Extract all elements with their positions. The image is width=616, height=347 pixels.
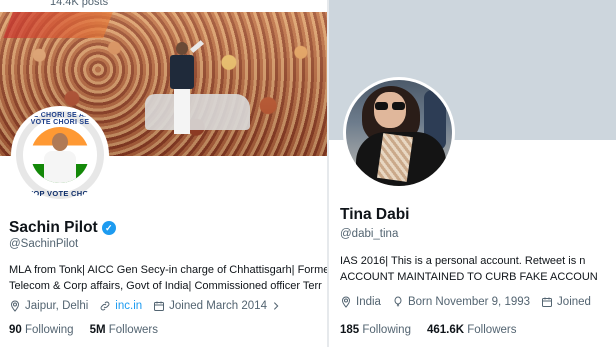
profile-meta-row: Jaipur, Delhi inc.in Joined March 2014	[9, 300, 281, 312]
avatar-ring-bottom-text: STOP VOTE CHORI	[23, 189, 97, 198]
avatar-photo	[346, 80, 452, 186]
balloon-icon	[394, 296, 402, 307]
profile-follow-stats: 90 Following 5M Followers	[9, 324, 158, 336]
posts-count: 14.4K posts	[50, 0, 109, 8]
followers-label: Followers	[467, 324, 517, 336]
verified-badge-icon[interactable]: ✓	[101, 221, 116, 235]
profile-joined: Joined	[541, 296, 591, 308]
location-pin-icon	[341, 296, 351, 308]
joined-text: Joined	[557, 296, 591, 308]
profile-bio-line-2: ACCOUNT MAINTAINED TO CURB FAKE ACCOUN	[340, 271, 598, 283]
banner-vehicle	[145, 94, 250, 130]
followers-stat[interactable]: 5M Followers	[90, 324, 158, 336]
profile-avatar[interactable]	[343, 77, 455, 189]
profile-follow-stats: 185 Following 461.6K Followers	[340, 324, 516, 336]
chevron-right-icon	[273, 302, 279, 310]
profile-birthday: Born November 9, 1993	[392, 296, 530, 308]
following-label: Following	[25, 324, 74, 336]
following-count: 185	[340, 324, 360, 336]
calendar-icon	[542, 297, 553, 307]
profile-handle: @dabi_tina	[340, 228, 399, 240]
birthday-text: Born November 9, 1993	[407, 296, 531, 308]
banner-person	[168, 40, 204, 134]
profile-location: Jaipur, Delhi	[9, 300, 88, 312]
followers-stat[interactable]: 461.6K Followers	[427, 324, 517, 336]
following-count: 90	[9, 324, 22, 336]
profile-bio-line-2: Telecom & Corp affairs, Govt of India| C…	[9, 280, 322, 292]
profile-avatar[interactable]: VOTE CHORI SE AZADI VOTE CHORI SE STOP V…	[11, 106, 109, 204]
followers-label: Followers	[108, 324, 158, 336]
profile-handle: @SachinPilot	[9, 238, 79, 250]
profile-name-row: Sachin Pilot ✓	[9, 219, 116, 237]
avatar-flag-portrait	[31, 127, 89, 183]
followers-count: 5M	[89, 324, 106, 336]
profile-name-row: Tina Dabi	[340, 206, 409, 224]
profile-name: Tina Dabi	[340, 206, 410, 223]
location-pin-icon	[10, 300, 20, 312]
joined-text: Joined March 2014	[169, 300, 267, 312]
profile-panel-sachin-pilot: 14.4K posts VOTE CHORI SE AZADI VOTE CHO…	[0, 0, 327, 347]
followers-count: 461.6K	[426, 324, 465, 336]
location-text: India	[356, 296, 381, 308]
link-icon	[100, 301, 110, 311]
following-stat[interactable]: 90 Following	[9, 324, 74, 336]
following-stat[interactable]: 185 Following	[340, 324, 411, 336]
profile-location: India	[340, 296, 381, 308]
profile-bio-line-1: MLA from Tonk| AICC Gen Secy-in charge o…	[9, 264, 327, 276]
profile-website[interactable]: inc.in	[99, 300, 142, 312]
profile-joined[interactable]: Joined March 2014	[153, 300, 281, 312]
following-label: Following	[362, 324, 411, 336]
profile-meta-row: India Born November 9, 1993 Joined	[340, 296, 591, 308]
profile-name: Sachin Pilot	[9, 219, 98, 236]
avatar-ring-top-text: VOTE CHORI SE AZADI VOTE CHORI SE	[18, 112, 102, 126]
website-link[interactable]: inc.in	[115, 300, 142, 312]
calendar-icon	[154, 301, 165, 311]
profile-panel-tina-dabi: Tina Dabi @dabi_tina IAS 2016| This is a…	[329, 0, 616, 347]
banner-stage	[3, 12, 113, 38]
location-text: Jaipur, Delhi	[25, 300, 89, 312]
profile-bio-line-1: IAS 2016| This is a personal account. Re…	[340, 255, 586, 267]
